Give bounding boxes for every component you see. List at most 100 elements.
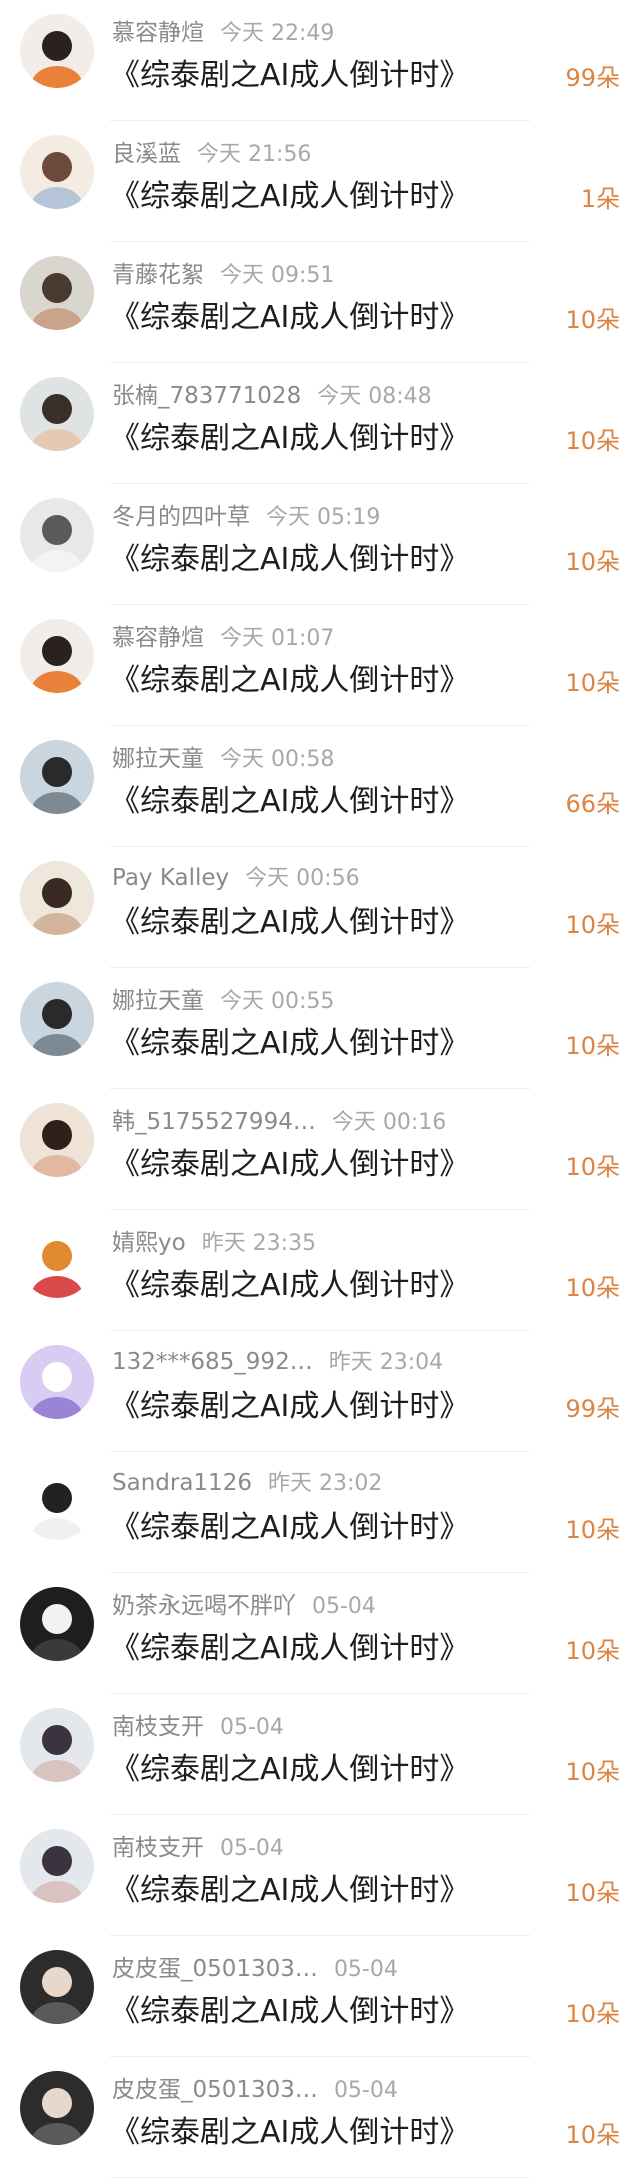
list-item[interactable]: Sandra1126 昨天 23:02 《综泰剧之AI成人倒计时》 10朵 — [0, 1452, 640, 1573]
user-name[interactable]: 奶茶永远喝不胖吖 05-04 — [112, 1586, 376, 1620]
book-title: 《综泰剧之AI成人倒计时》 — [110, 179, 470, 214]
timestamp: 今天 01:07 — [220, 626, 335, 651]
book-title: 《综泰剧之AI成人倒计时》 — [110, 663, 470, 698]
avatar[interactable] — [20, 1587, 94, 1661]
book-title: 《综泰剧之AI成人倒计时》 — [110, 1510, 470, 1545]
gift-count: 10朵 — [565, 669, 620, 697]
avatar[interactable] — [20, 1103, 94, 1177]
user-name[interactable]: 娜拉天童 今天 00:55 — [112, 981, 334, 1015]
avatar[interactable] — [20, 982, 94, 1056]
list-item[interactable]: 娜拉天童 今天 00:55 《综泰剧之AI成人倒计时》 10朵 — [0, 968, 640, 1089]
user-name[interactable]: 良溪蓝 今天 21:56 — [112, 134, 311, 168]
user-name[interactable]: 婧熙yo 昨天 23:35 — [112, 1223, 316, 1257]
avatar[interactable] — [20, 14, 94, 88]
list-item[interactable]: 皮皮蛋_0501303… 05-04 《综泰剧之AI成人倒计时》 10朵 — [0, 1936, 640, 2057]
list-item[interactable]: 奶茶永远喝不胖吖 05-04 《综泰剧之AI成人倒计时》 10朵 — [0, 1573, 640, 1694]
list-item[interactable]: 慕容静煊 今天 01:07 《综泰剧之AI成人倒计时》 10朵 — [0, 605, 640, 726]
list-item[interactable]: 南枝支开 05-04 《综泰剧之AI成人倒计时》 10朵 — [0, 1694, 640, 1815]
avatar[interactable] — [20, 1345, 94, 1419]
avatar[interactable] — [20, 740, 94, 814]
gift-count: 10朵 — [565, 1879, 620, 1907]
gift-count: 10朵 — [565, 1032, 620, 1060]
timestamp: 昨天 23:02 — [267, 1471, 383, 1496]
user-name-text: 青藤花絮 — [112, 262, 204, 288]
timestamp: 今天 00:16 — [331, 1110, 447, 1135]
gift-count: 10朵 — [565, 911, 620, 939]
user-name-text: 张楠_783771028 — [112, 383, 302, 409]
timestamp: 今天 08:48 — [317, 384, 432, 409]
list-item[interactable]: 南枝支开 05-04 《综泰剧之AI成人倒计时》 10朵 — [0, 1815, 640, 1936]
avatar[interactable] — [20, 135, 94, 209]
list-item[interactable]: 良溪蓝 今天 21:56 《综泰剧之AI成人倒计时》 1朵 — [0, 121, 640, 242]
gift-count: 10朵 — [565, 427, 620, 455]
gift-count: 10朵 — [565, 2000, 620, 2028]
user-name-text: 皮皮蛋_0501303… — [112, 2077, 318, 2103]
user-name[interactable]: Sandra1126 昨天 23:02 — [112, 1465, 382, 1497]
avatar[interactable] — [20, 256, 94, 330]
user-name-text: 婧熙yo — [112, 1230, 186, 1256]
user-name[interactable]: 张楠_783771028 今天 08:48 — [112, 376, 432, 410]
book-title: 《综泰剧之AI成人倒计时》 — [110, 58, 470, 93]
user-name[interactable]: 皮皮蛋_0501303… 05-04 — [112, 1949, 398, 1983]
user-name-text: 奶茶永远喝不胖吖 — [112, 1593, 296, 1619]
timestamp: 今天 00:55 — [220, 989, 335, 1014]
gift-count: 10朵 — [565, 548, 620, 576]
user-name[interactable]: Pay Kalley 今天 00:56 — [112, 860, 360, 892]
avatar[interactable] — [20, 619, 94, 693]
book-title: 《综泰剧之AI成人倒计时》 — [110, 1026, 470, 1061]
user-name-text: 慕容静煊 — [112, 20, 204, 46]
list-item[interactable]: 132***685_992… 昨天 23:04 《综泰剧之AI成人倒计时》 99朵 — [0, 1331, 640, 1452]
gift-count: 66朵 — [565, 790, 620, 818]
list-item[interactable]: 慕容静煊 今天 22:49 《综泰剧之AI成人倒计时》 99朵 — [0, 0, 640, 121]
user-name[interactable]: 冬月的四叶草 今天 05:19 — [112, 497, 380, 531]
avatar[interactable] — [20, 1708, 94, 1782]
timestamp: 今天 00:58 — [220, 747, 335, 772]
timestamp: 昨天 23:04 — [328, 1350, 444, 1375]
book-title: 《综泰剧之AI成人倒计时》 — [110, 1268, 470, 1303]
gift-count: 99朵 — [565, 1395, 620, 1423]
user-name-text: 娜拉天童 — [112, 746, 204, 772]
list-item[interactable]: 皮皮蛋_0501303… 05-04 《综泰剧之AI成人倒计时》 10朵 — [0, 2057, 640, 2178]
avatar[interactable] — [20, 377, 94, 451]
list-item[interactable]: 张楠_783771028 今天 08:48 《综泰剧之AI成人倒计时》 10朵 — [0, 363, 640, 484]
timestamp: 今天 09:51 — [220, 263, 335, 288]
timestamp: 今天 22:49 — [220, 21, 335, 46]
list-item[interactable]: 娜拉天童 今天 00:58 《综泰剧之AI成人倒计时》 66朵 — [0, 726, 640, 847]
list-item[interactable]: 冬月的四叶草 今天 05:19 《综泰剧之AI成人倒计时》 10朵 — [0, 484, 640, 605]
user-name[interactable]: 慕容静煊 今天 01:07 — [112, 618, 334, 652]
book-title: 《综泰剧之AI成人倒计时》 — [110, 1752, 470, 1787]
book-title: 《综泰剧之AI成人倒计时》 — [110, 1389, 470, 1424]
avatar[interactable] — [20, 1224, 94, 1298]
timestamp: 05-04 — [312, 1594, 376, 1619]
gift-count: 10朵 — [565, 1758, 620, 1786]
timestamp: 今天 21:56 — [197, 142, 312, 167]
user-name-text: 132***685_992… — [112, 1349, 313, 1375]
gift-count: 10朵 — [565, 1153, 620, 1181]
book-title: 《综泰剧之AI成人倒计时》 — [110, 300, 470, 335]
timestamp: 05-04 — [220, 1715, 284, 1740]
user-name[interactable]: 南枝支开 05-04 — [112, 1707, 284, 1741]
user-name[interactable]: 韩_5175527994… 今天 00:16 — [112, 1102, 446, 1136]
avatar[interactable] — [20, 2071, 94, 2145]
list-item[interactable]: 婧熙yo 昨天 23:35 《综泰剧之AI成人倒计时》 10朵 — [0, 1210, 640, 1331]
book-title: 《综泰剧之AI成人倒计时》 — [110, 1631, 470, 1666]
avatar[interactable] — [20, 1466, 94, 1540]
list-item[interactable]: Pay Kalley 今天 00:56 《综泰剧之AI成人倒计时》 10朵 — [0, 847, 640, 968]
list-item[interactable]: 青藤花絮 今天 09:51 《综泰剧之AI成人倒计时》 10朵 — [0, 242, 640, 363]
book-title: 《综泰剧之AI成人倒计时》 — [110, 2115, 470, 2150]
avatar[interactable] — [20, 861, 94, 935]
user-name[interactable]: 青藤花絮 今天 09:51 — [112, 255, 334, 289]
avatar[interactable] — [20, 1829, 94, 1903]
list-item[interactable]: 韩_5175527994… 今天 00:16 《综泰剧之AI成人倒计时》 10朵 — [0, 1089, 640, 1210]
user-name[interactable]: 南枝支开 05-04 — [112, 1828, 284, 1862]
gift-count: 99朵 — [565, 64, 620, 92]
gift-count: 1朵 — [580, 185, 620, 213]
gift-count: 10朵 — [565, 1274, 620, 1302]
user-name[interactable]: 娜拉天童 今天 00:58 — [112, 739, 334, 773]
avatar[interactable] — [20, 1950, 94, 2024]
user-name[interactable]: 皮皮蛋_0501303… 05-04 — [112, 2070, 398, 2104]
user-name[interactable]: 132***685_992… 昨天 23:04 — [112, 1344, 443, 1376]
user-name[interactable]: 慕容静煊 今天 22:49 — [112, 13, 334, 47]
book-title: 《综泰剧之AI成人倒计时》 — [110, 1147, 470, 1182]
avatar[interactable] — [20, 498, 94, 572]
